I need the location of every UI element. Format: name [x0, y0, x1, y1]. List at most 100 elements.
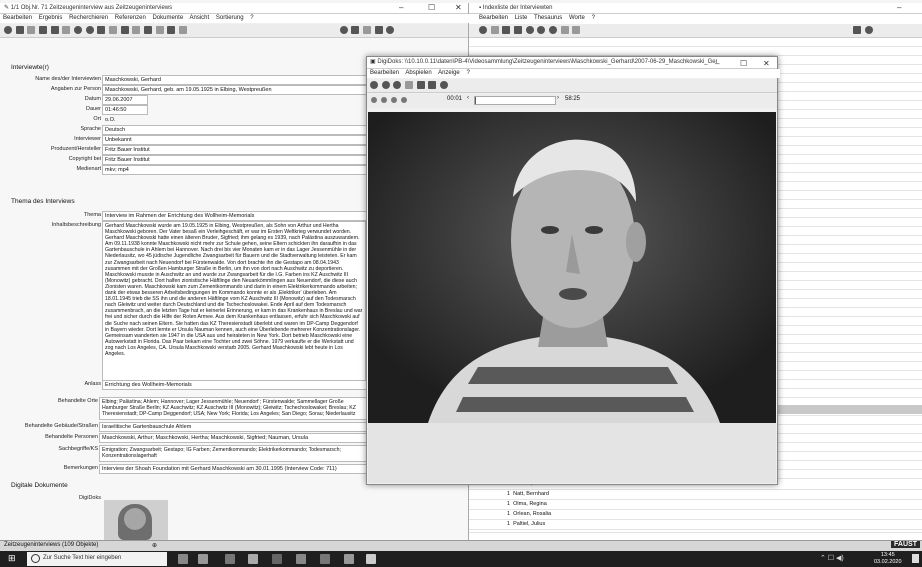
taskbar-clock[interactable]: 13:45 03.02.2020: [874, 552, 902, 565]
menu-recherchieren[interactable]: Recherchieren: [69, 15, 108, 21]
index-menu-worte[interactable]: Worte: [569, 15, 585, 21]
menu-bearbeiten[interactable]: Bearbeiten: [3, 15, 32, 21]
print-icon[interactable]: [179, 26, 188, 34]
list-item[interactable]: 1 Natt, Bernhard: [469, 490, 922, 500]
index-view-icon[interactable]: [853, 26, 862, 34]
field-inhaltsbeschreibung[interactable]: Gerhard Maschkowski wurde am 19.05.1925 …: [102, 221, 366, 381]
video-frame[interactable]: [368, 112, 776, 423]
index-refresh-icon[interactable]: [525, 26, 534, 34]
index-menu-liste[interactable]: Liste: [515, 15, 528, 21]
video-globe-icon[interactable]: [440, 81, 449, 89]
index-menu-bearbeiten[interactable]: Bearbeiten: [479, 15, 508, 21]
pause-icon[interactable]: [391, 97, 397, 103]
minimize-button[interactable]: –: [399, 3, 403, 13]
video-menu-abspielen[interactable]: Abspielen: [405, 70, 431, 76]
field-interviewer[interactable]: Unbekannt: [102, 135, 368, 145]
field-name[interactable]: Maschkowski, Gerhard: [102, 75, 368, 85]
image-icon[interactable]: [167, 26, 176, 34]
outlook-icon[interactable]: [272, 554, 282, 564]
video-settings-icon[interactable]: [370, 81, 378, 89]
link-icon[interactable]: [120, 26, 129, 34]
menu-referenzen[interactable]: Referenzen: [115, 15, 146, 21]
field-angaben[interactable]: Maschkowski, Gerhard, geb. am 19.05.1925…: [102, 85, 368, 95]
edge-icon[interactable]: [248, 554, 258, 564]
video-menu-anzeige[interactable]: Anzeige: [438, 70, 460, 76]
menu-ansicht[interactable]: Ansicht: [190, 15, 210, 21]
field-anlass[interactable]: Errichtung des Wollheim-Memorials: [102, 380, 368, 390]
video-folder-icon[interactable]: [405, 81, 414, 89]
maximize-button[interactable]: ☐: [428, 3, 435, 13]
stop-icon[interactable]: [401, 97, 407, 103]
task-view-icon[interactable]: [198, 554, 208, 564]
notification-icon[interactable]: [912, 554, 919, 563]
field-personen[interactable]: Maschkowski, Arthur; Maschkowski, Hertha…: [99, 433, 368, 443]
video-grid-icon[interactable]: [428, 81, 437, 89]
field-ort[interactable]: o.O.: [102, 115, 368, 125]
field-orte[interactable]: Elbing; Palästina; Ahlem; Hannover; Lage…: [99, 397, 368, 420]
excel-icon[interactable]: [320, 554, 330, 564]
save-icon[interactable]: [363, 26, 372, 34]
index-menu-help[interactable]: ?: [592, 15, 595, 21]
seek-left-icon[interactable]: ‹: [467, 95, 469, 101]
video-minimize-button[interactable]: –: [715, 58, 719, 69]
copy-icon[interactable]: [39, 26, 48, 34]
video-forward-icon[interactable]: [393, 81, 402, 89]
document-icon[interactable]: [97, 26, 106, 34]
search-icon[interactable]: [62, 26, 71, 34]
settings-icon[interactable]: [4, 26, 12, 34]
menu-help[interactable]: ?: [250, 15, 253, 21]
field-gebaeude[interactable]: Israelitische Gartenbauschule Ahlem: [99, 422, 368, 432]
seek-bar[interactable]: [474, 96, 556, 105]
video-contrast-icon[interactable]: [416, 81, 425, 89]
index-menu-thesaurus[interactable]: Thesaurus: [534, 15, 562, 21]
help-icon[interactable]: [386, 26, 395, 34]
field-produzent[interactable]: Fritz Bauer Institut: [102, 145, 368, 155]
refresh-icon[interactable]: [339, 26, 348, 34]
list-icon[interactable]: [27, 26, 36, 34]
index-help-icon[interactable]: [864, 26, 873, 34]
index-font-icon[interactable]: [572, 26, 581, 34]
list-item[interactable]: 1 Orlean, Rosalia: [469, 510, 922, 520]
field-sprache[interactable]: Deutsch: [102, 125, 368, 135]
field-sachbegriffe[interactable]: Emigration; Zwangsarbeit; Gestapo; IG Fa…: [99, 445, 368, 462]
list-item[interactable]: 1 Paltiel, Julius: [469, 520, 922, 530]
field-dauer[interactable]: 01:46:50: [102, 105, 148, 115]
video-menu-help[interactable]: ?: [466, 70, 469, 76]
active-app-icon[interactable]: [366, 554, 376, 564]
word-icon[interactable]: [296, 554, 306, 564]
index-binoculars-icon[interactable]: [502, 26, 511, 34]
video-back-icon[interactable]: [381, 81, 390, 89]
status-tab[interactable]: Zeitzeugeninterviews (109 Objekte): [4, 542, 98, 548]
view-icon[interactable]: [374, 26, 383, 34]
app-icon-faust[interactable]: [344, 554, 354, 564]
index-forward-icon[interactable]: [549, 26, 558, 34]
menu-ergebnis[interactable]: Ergebnis: [39, 15, 63, 21]
arrow-icon[interactable]: [144, 26, 153, 34]
mic-icon[interactable]: [178, 554, 188, 564]
font-icon[interactable]: [351, 26, 360, 34]
check-icon[interactable]: [490, 26, 499, 34]
tray-icons[interactable]: ⌃ ☐ ◀): [820, 554, 844, 562]
binoculars-icon[interactable]: [132, 26, 141, 34]
field-medienart[interactable]: mkv; mp4: [102, 165, 368, 175]
rewind-icon[interactable]: [371, 97, 377, 103]
index-filter-icon[interactable]: [514, 26, 523, 34]
field-thema[interactable]: Interview im Rahmen der Errichtung des W…: [102, 211, 368, 221]
field-copyright[interactable]: Fritz Bauer Institut: [102, 155, 368, 165]
video-maximize-button[interactable]: ☐: [740, 58, 747, 69]
field-datum[interactable]: 29.06.2007: [102, 95, 148, 105]
video-close-button[interactable]: ✕: [763, 58, 770, 69]
index-settings-icon[interactable]: [479, 26, 487, 34]
taskbar-search[interactable]: Zur Suche Text hier eingeben: [27, 552, 167, 566]
field-bemerkungen[interactable]: Interview der Shoah Foundation mit Gerha…: [99, 464, 368, 474]
menu-dokumente[interactable]: Dokumente: [152, 15, 183, 21]
play-icon[interactable]: [381, 97, 387, 103]
explorer-icon[interactable]: [225, 554, 235, 564]
forward-icon[interactable]: [85, 26, 94, 34]
filter-icon[interactable]: [109, 26, 118, 34]
star-icon[interactable]: [155, 26, 164, 34]
video-thumbnail[interactable]: [104, 500, 168, 540]
close-button[interactable]: ✕: [455, 3, 462, 13]
list-item[interactable]: 1 Olma, Regina: [469, 500, 922, 510]
windows-start-icon[interactable]: ⊞: [8, 553, 16, 564]
